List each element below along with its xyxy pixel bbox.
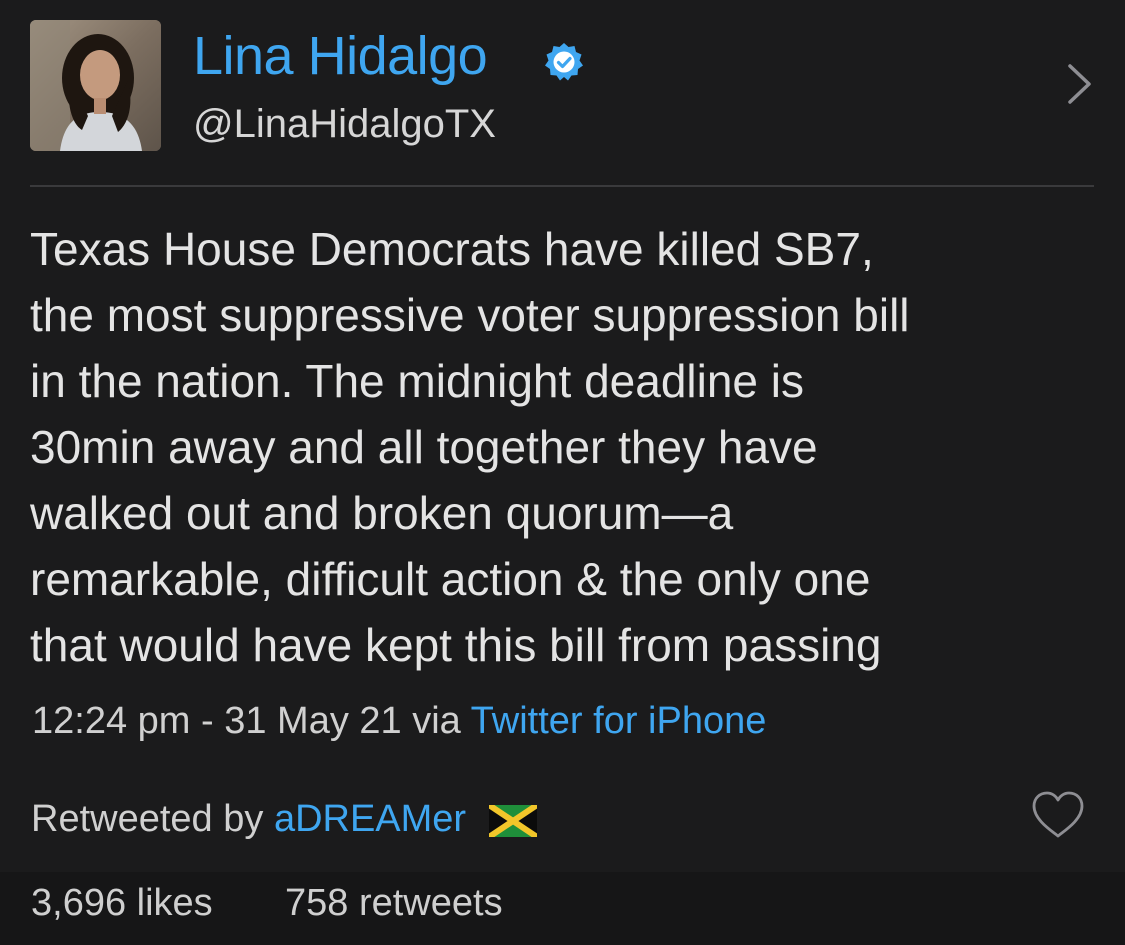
retweeter-link[interactable]: aDREAMer — [274, 798, 466, 840]
display-name[interactable]: Lina Hidalgo — [193, 26, 488, 86]
user-handle[interactable]: @LinaHidalgoTX — [193, 100, 496, 148]
retweets-count[interactable]: 758 retweets — [285, 880, 503, 926]
tweet-detail-view: Lina Hidalgo @LinaHidalgoTX Texas House … — [0, 0, 1125, 945]
tweet-meta: 12:24 pm - 31 May 21 via Twitter for iPh… — [32, 698, 766, 744]
retweeted-by: Retweeted by aDREAMer — [31, 796, 537, 842]
tweet-source-link[interactable]: Twitter for iPhone — [471, 700, 767, 742]
tweet-body: Texas House Democrats have killed SB7, t… — [30, 223, 910, 671]
tweet-header[interactable]: Lina Hidalgo @LinaHidalgoTX — [0, 0, 1125, 186]
tweet-timestamp: 12:24 pm - 31 May 21 — [32, 700, 402, 742]
heart-icon[interactable] — [1030, 790, 1086, 840]
chevron-right-icon[interactable] — [1064, 62, 1094, 106]
verified-badge-icon — [545, 43, 583, 81]
header-divider — [30, 185, 1094, 187]
via-label: via — [412, 700, 461, 742]
profile-photo-icon — [30, 20, 161, 151]
jamaica-flag-icon — [488, 805, 537, 837]
likes-count[interactable]: 3,696 likes — [31, 880, 213, 926]
retweeted-by-label: Retweeted by — [31, 798, 264, 840]
avatar[interactable] — [30, 20, 161, 151]
